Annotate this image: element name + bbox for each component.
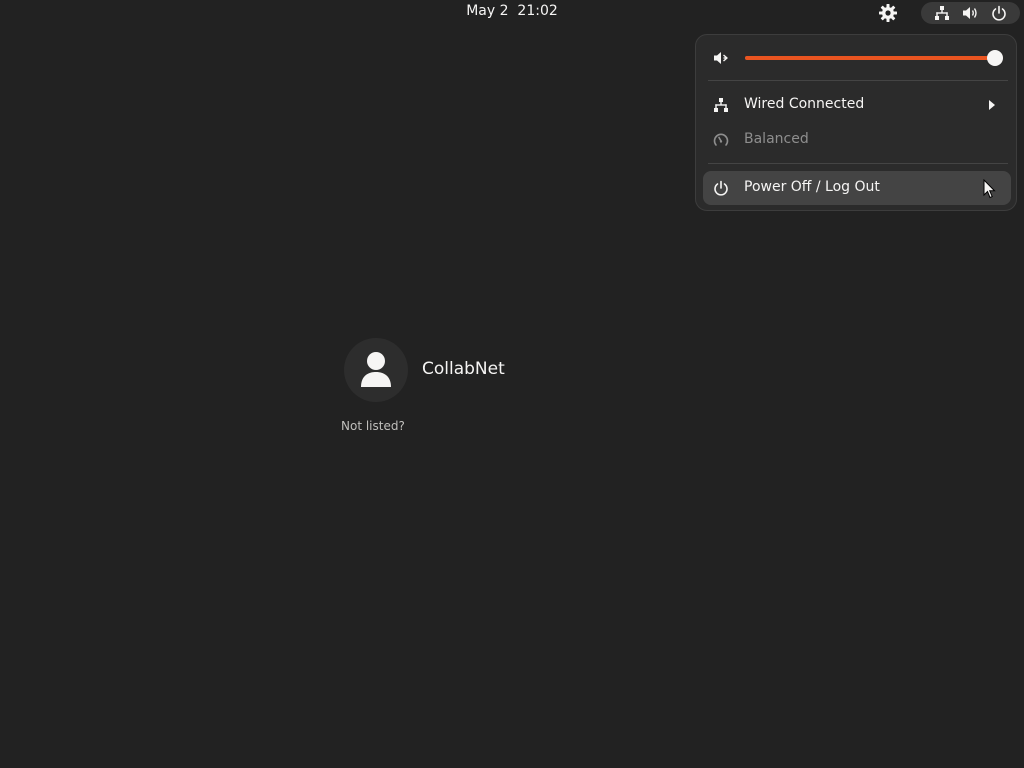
user-name: CollabNet xyxy=(422,359,505,379)
top-bar: May 2 21:02 xyxy=(0,0,1024,26)
power-off-logout-item[interactable]: Power Off / Log Out xyxy=(703,171,1011,205)
date-label: May 2 xyxy=(466,3,509,19)
not-listed-link[interactable]: Not listed? xyxy=(341,419,405,433)
network-wired-icon xyxy=(713,97,729,113)
submenu-arrow-icon xyxy=(989,100,995,110)
power-profile-icon xyxy=(713,132,729,148)
clock[interactable]: May 2 21:02 xyxy=(0,3,1024,19)
mouse-pointer-icon xyxy=(983,178,997,199)
wired-connection-label: Wired Connected xyxy=(744,96,865,112)
user-list-item[interactable]: CollabNet xyxy=(344,338,514,402)
volume-muted-icon[interactable] xyxy=(713,50,731,66)
volume-slider-fill xyxy=(745,56,995,60)
power-icon xyxy=(991,5,1007,21)
menu-separator xyxy=(708,80,1008,81)
time-label: 21:02 xyxy=(517,3,558,19)
power-icon xyxy=(713,180,729,196)
volume-row xyxy=(708,47,1004,69)
wired-connection-item[interactable]: Wired Connected xyxy=(703,88,1011,122)
menu-separator xyxy=(708,163,1008,164)
power-profile-item[interactable]: Balanced xyxy=(703,123,1011,157)
system-status-menu[interactable] xyxy=(921,2,1020,24)
power-profile-label: Balanced xyxy=(744,131,809,147)
network-wired-icon xyxy=(934,5,950,21)
power-off-logout-label: Power Off / Log Out xyxy=(744,179,880,195)
volume-slider[interactable] xyxy=(745,47,1003,69)
volume-slider-knob[interactable] xyxy=(987,50,1003,66)
gear-icon[interactable] xyxy=(878,3,898,23)
quick-settings-menu: Wired Connected Balanced Power Off / Log… xyxy=(695,34,1017,211)
volume-icon xyxy=(962,5,978,21)
user-avatar-icon xyxy=(344,338,408,402)
